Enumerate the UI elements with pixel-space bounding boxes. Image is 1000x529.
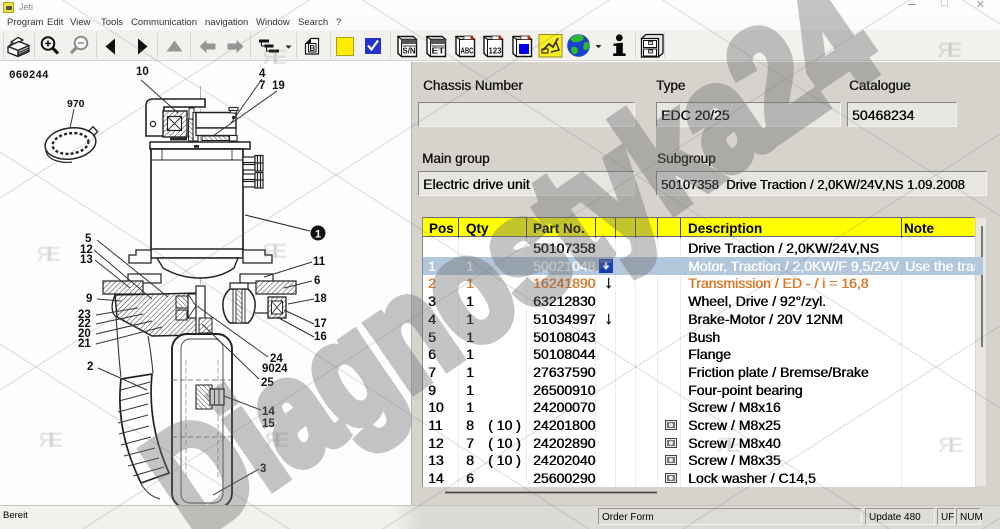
svg-text:4: 4 [259,68,266,80]
svg-text:6: 6 [314,275,320,287]
svg-text:11: 11 [313,256,326,268]
svg-text:7: 7 [259,80,265,92]
svg-text:19: 19 [272,80,285,92]
svg-text:3: 3 [260,463,266,475]
svg-text:10: 10 [136,66,149,78]
svg-text:060244: 060244 [9,70,49,82]
svg-text:14: 14 [262,406,275,418]
svg-text:ABC: ABC [461,47,474,56]
svg-text:1: 1 [315,229,321,241]
svg-text:16: 16 [314,331,327,343]
svg-text:ET: ET [432,47,445,56]
svg-text:S/N: S/N [403,47,416,56]
svg-text:123: 123 [489,47,503,56]
svg-text:13: 13 [80,254,93,266]
svg-text:21: 21 [78,338,91,350]
svg-text:9: 9 [86,293,92,305]
svg-text:18: 18 [314,293,327,305]
svg-text:B: B [309,44,315,53]
svg-text:970: 970 [67,98,85,110]
svg-text:25: 25 [261,377,274,389]
svg-text:17: 17 [314,318,327,330]
svg-text:9024: 9024 [262,363,288,375]
svg-text:2: 2 [87,361,93,373]
svg-text:15: 15 [262,418,275,430]
